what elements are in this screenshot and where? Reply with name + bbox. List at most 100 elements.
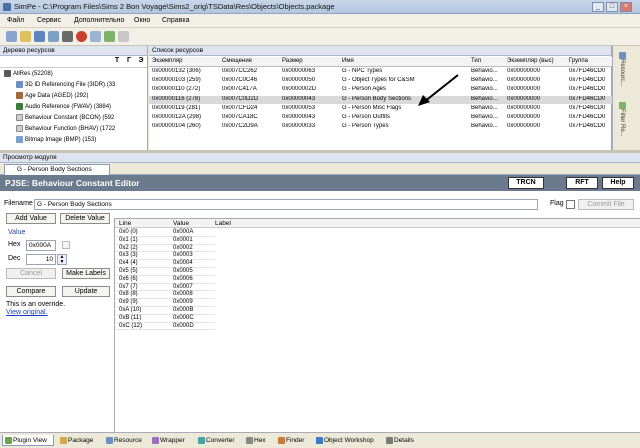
new-icon[interactable] — [6, 31, 17, 42]
save-as-icon[interactable] — [48, 31, 59, 42]
menu-advanced[interactable]: Дополнительно — [74, 17, 124, 24]
menu-window[interactable]: Окно — [134, 17, 150, 24]
grid-line-cell: 0x1 (1) — [119, 236, 138, 243]
save-icon[interactable] — [34, 31, 45, 42]
view-original-link[interactable]: View original. — [6, 309, 48, 316]
tree-item-fwav[interactable]: Audio Reference (FWAV) (3884) — [16, 103, 158, 113]
trcn-button[interactable]: TRCN — [508, 177, 544, 189]
grid-row[interactable]: 0x5 (5) 0x0005 — [115, 268, 215, 276]
grid-row[interactable]: 0x8 (8) 0x0008 — [115, 291, 215, 300]
side-tab-resource[interactable]: Resourc... — [619, 52, 628, 86]
resource-row[interactable]: 0x00000104 (260) 0x007C2D9A 0x00000033 G - … — [149, 123, 612, 132]
col-instance-high[interactable]: Экземпляр (выс) — [507, 58, 554, 64]
dropdown-icon[interactable] — [118, 31, 129, 42]
resource-row[interactable]: 0x00000132 (306) 0x007CC262 0x00000063 G - … — [149, 68, 612, 77]
resource-cell: 0x007CFD24 — [222, 104, 258, 111]
hex-field[interactable]: 0x000A — [26, 240, 56, 251]
compare-button[interactable]: Compare — [6, 286, 56, 297]
tab-resource[interactable]: Resource — [104, 435, 148, 446]
resource-cell: Behavio... — [471, 86, 498, 93]
close-button[interactable]: × — [620, 2, 632, 12]
document-icon — [16, 125, 23, 132]
tab-person-body-sections[interactable]: G - Person Body Sections — [4, 164, 110, 175]
grid-row[interactable]: 0x6 (6) 0x0006 — [115, 276, 215, 284]
settings-icon[interactable] — [62, 31, 73, 42]
grid-col-line[interactable]: Line — [119, 220, 131, 227]
plugin-icon[interactable] — [104, 31, 115, 42]
hex-helper-icon[interactable] — [62, 241, 70, 249]
tab-finder[interactable]: Finder — [276, 435, 310, 446]
resource-cell: 0x00000000 — [507, 77, 541, 84]
tab-plugin-view[interactable]: Plugin View — [2, 435, 54, 446]
filename-field[interactable]: G - Person Body Sections — [34, 199, 538, 210]
resource-row[interactable]: 0x0000012A (298) 0x007CA18C 0x00000043 G - … — [149, 114, 612, 123]
grid-col-value[interactable]: Value — [173, 220, 189, 227]
tree-tool-e[interactable]: Э — [136, 57, 146, 66]
grid-row[interactable]: 0x2 (2) 0x0002 — [115, 245, 215, 253]
side-tab-filter[interactable]: Filter Re... — [619, 102, 628, 137]
minimize-button[interactable]: _ — [592, 2, 604, 12]
resource-icon — [16, 81, 23, 88]
cancel-button[interactable]: Cancel — [6, 268, 56, 279]
dec-field[interactable]: 10 — [26, 254, 56, 265]
open-icon[interactable] — [20, 31, 31, 42]
grid-row[interactable]: 0x9 (9) 0x0009 — [115, 299, 215, 307]
maximize-button[interactable]: □ — [606, 2, 618, 12]
col-group[interactable]: Группа — [569, 58, 588, 64]
grid-value-cell: 0x0005 — [173, 268, 193, 274]
resource-row[interactable]: 0x00000103 (259) 0x007C0C46 0x00000050 G - … — [149, 77, 612, 86]
tab-label: Package — [68, 437, 94, 444]
menu-help[interactable]: Справка — [162, 17, 189, 24]
resource-row[interactable]: 0x00000119 (281) 0x007CFD24 0x00000053 G - … — [149, 105, 612, 114]
app-icon — [3, 3, 11, 11]
tree-item-3idr[interactable]: 3D ID Referencing File (3IDR) (33 — [16, 81, 158, 91]
audio-icon — [16, 103, 23, 110]
tab-converter[interactable]: Converter — [196, 435, 242, 446]
tree-tool-g[interactable]: Г — [124, 57, 134, 66]
help-button[interactable]: Help — [602, 177, 634, 189]
tab-wrapper[interactable]: Wrapper — [150, 435, 194, 446]
flag-checkbox[interactable] — [566, 200, 575, 209]
search-icon[interactable] — [90, 31, 101, 42]
grid-row[interactable]: 0x0 (0) 0x000A — [115, 229, 215, 237]
tree-item-bmp[interactable]: Bitmap Image (BMP) (153) — [16, 136, 158, 146]
tree-item-allres[interactable]: AllRes (52208) — [4, 70, 146, 80]
tree-item-bcon[interactable]: Behaviour Constant (BCON) (592 — [16, 114, 158, 124]
col-instance[interactable]: Экземпляр — [152, 58, 183, 64]
delete-value-button[interactable]: Delete Value — [60, 213, 110, 224]
commit-file-button[interactable]: Commit File — [578, 199, 634, 210]
tab-details[interactable]: Details — [384, 435, 424, 446]
col-offset[interactable]: Смещение — [222, 58, 252, 64]
tree-item-bhav[interactable]: Behaviour Function (BHAV) (1722 — [16, 125, 158, 135]
tab-hex[interactable]: Hex — [244, 435, 272, 446]
tab-object-workshop[interactable]: Object Workshop — [314, 435, 380, 446]
resource-row[interactable]: 0x00000110 (272) 0x007C417A 0x0000002D G - … — [149, 86, 612, 95]
delete-icon[interactable] — [76, 31, 87, 42]
rft-button[interactable]: RFT — [566, 177, 598, 189]
resource-icon — [619, 52, 627, 59]
grid-row[interactable]: 0xA (10) 0x000B — [115, 307, 215, 315]
grid-col-label[interactable]: Label — [215, 220, 231, 227]
grid-row[interactable]: 0xC (12) 0x000D — [115, 323, 215, 331]
tree-tool-t[interactable]: T — [112, 57, 122, 66]
tree-item-label: Behaviour Constant (BCON) (592 — [25, 115, 115, 122]
resource-row[interactable]: 0x00000116 (278) 0x007C0D2D 0x00000043 G - … — [149, 95, 612, 105]
menu-file[interactable]: Файл — [7, 17, 24, 24]
grid-row[interactable]: 0xB (11) 0x000C — [115, 315, 215, 323]
make-labels-button[interactable]: Make Labels — [62, 268, 110, 279]
dec-spinner[interactable]: ▲ ▼ — [57, 254, 67, 265]
resource-cell: G - NPC Types — [342, 68, 383, 74]
grid-row[interactable]: 0x1 (1) 0x0001 — [115, 237, 215, 245]
tab-package[interactable]: Package — [58, 435, 102, 446]
add-value-button[interactable]: Add Value — [6, 213, 56, 224]
menu-service[interactable]: Сервис — [37, 17, 61, 24]
update-button[interactable]: Update — [62, 286, 110, 297]
grid-row[interactable]: 0x4 (4) 0x0004 — [115, 260, 215, 268]
col-name[interactable]: Имя — [342, 58, 354, 64]
grid-value-cell: 0x000D — [173, 322, 194, 329]
col-type[interactable]: Тип — [471, 58, 481, 64]
col-size[interactable]: Размер — [282, 58, 303, 64]
tree-item-aged[interactable]: Age Data (AGED) (292) — [16, 92, 158, 102]
grid-row[interactable]: 0x7 (7) 0x0007 — [115, 284, 215, 292]
grid-row[interactable]: 0x3 (3) 0x0003 — [115, 252, 215, 261]
